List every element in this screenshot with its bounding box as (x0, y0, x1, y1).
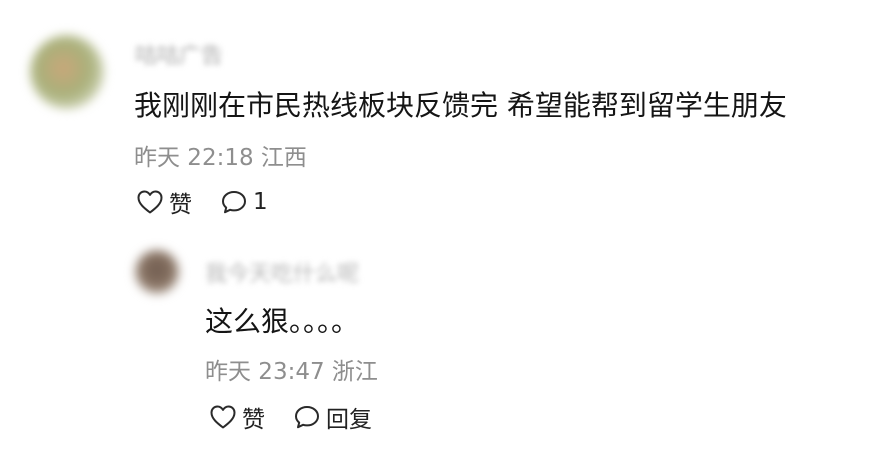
heart-outline-icon (137, 190, 163, 214)
reply-label: 回复 (326, 407, 372, 433)
comment-location: 江西 (260, 145, 307, 171)
reply-like-button[interactable]: 赞 (209, 400, 265, 434)
reply-time: 昨天 23:47 (205, 359, 325, 385)
reply-meta: 昨天 23:47 浙江 (205, 352, 378, 386)
comment-text: 我刚刚在市民热线板块反馈完 希望能帮到留学生朋友 (134, 89, 787, 122)
reply-username[interactable]: 我今天吃什么呢 (205, 256, 359, 288)
comment-meta: 昨天 22:18 江西 (134, 138, 307, 172)
reply-button[interactable]: 回复 (293, 400, 372, 434)
reply-avatar[interactable] (135, 250, 179, 294)
avatar[interactable] (30, 35, 104, 109)
comment-time: 昨天 22:18 (134, 145, 254, 171)
reply-actions: 赞 回复 (209, 400, 372, 434)
reply-location: 浙江 (331, 359, 378, 385)
heart-outline-icon (210, 405, 236, 429)
reply-count: 1 (253, 189, 268, 215)
comment-actions: 赞 1 (136, 185, 268, 219)
like-button[interactable]: 赞 (136, 185, 192, 219)
reply-like-label: 赞 (242, 407, 265, 433)
speech-bubble-icon (222, 191, 246, 214)
comment-username[interactable]: 咕咕广告 (135, 38, 223, 70)
speech-bubble-icon (295, 406, 319, 429)
reply-text: 这么狠。。。。 (205, 305, 360, 338)
like-label: 赞 (169, 192, 192, 218)
reply-count-button[interactable]: 1 (220, 189, 268, 215)
